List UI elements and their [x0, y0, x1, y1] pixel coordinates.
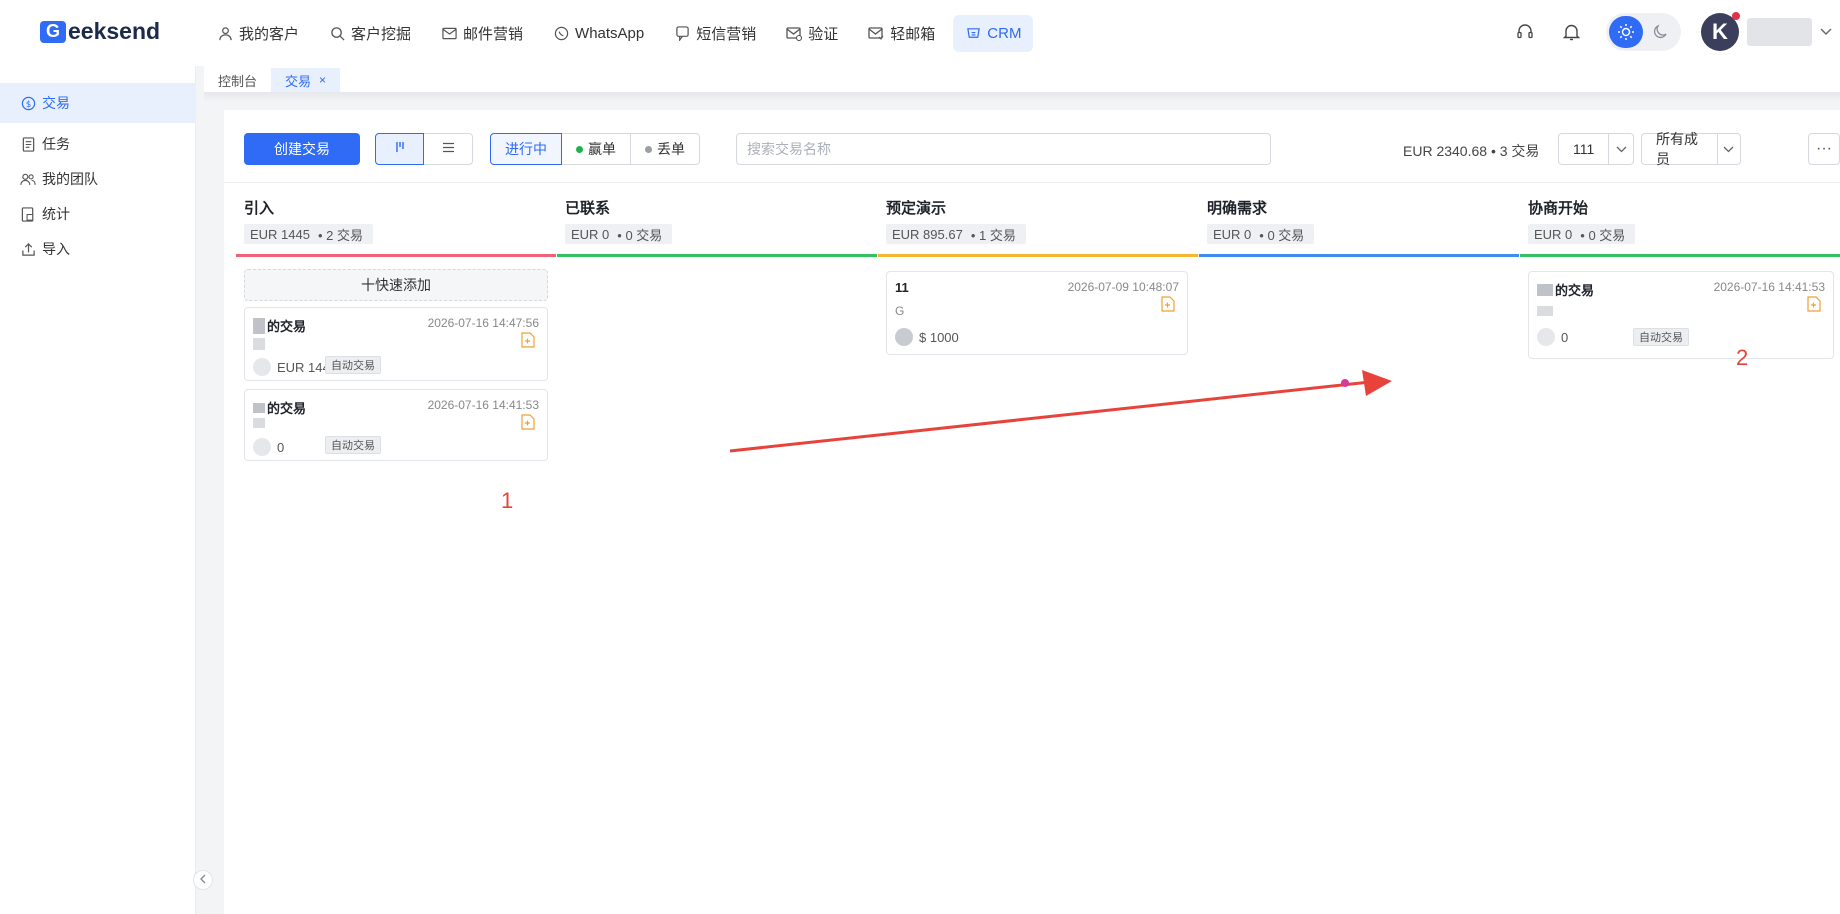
annotation-label-1: 1 [501, 488, 514, 513]
annotation-arrow-line [729, 380, 1371, 453]
annotation-overlay [729, 370, 1392, 453]
annotation-label-2: 2 [1736, 345, 1749, 370]
annotation-arrowhead [1362, 370, 1392, 396]
cursor-dot [1341, 379, 1349, 387]
